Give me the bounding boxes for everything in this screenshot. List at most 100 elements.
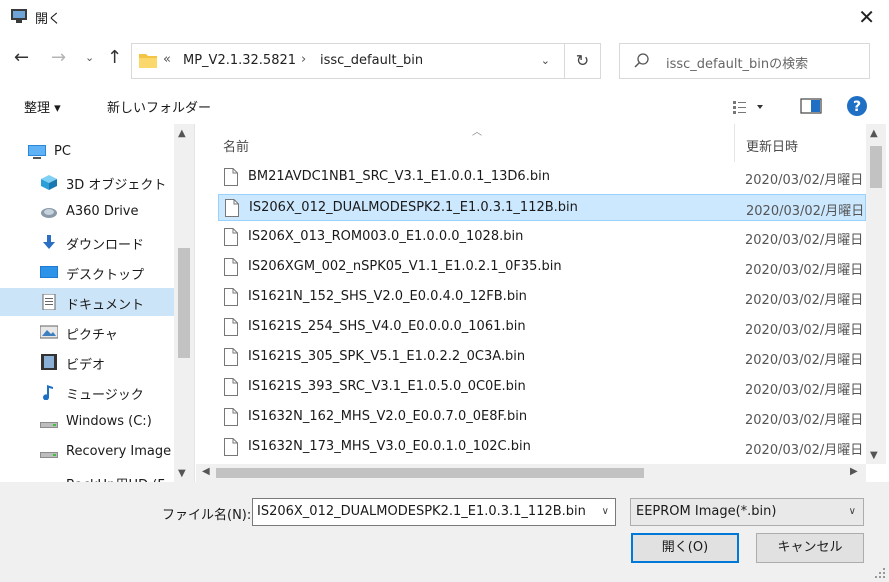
sidebar-item-download[interactable]: ダウンロード [0, 228, 174, 256]
window-title: 開く [35, 12, 62, 27]
preview-pane-icon[interactable] [800, 98, 822, 114]
file-row[interactable]: IS206X_013_ROM003.0_E1.0.0.0_1028.bin 202… [218, 224, 866, 251]
new-folder-button[interactable]: 新しいフォルダー [107, 97, 211, 116]
file-icon [224, 228, 238, 246]
3d-objects-icon [41, 175, 57, 190]
dialog-footer: ファイル名(N): IS206X_012_DUALMODESPK2.1_E1.0… [0, 482, 889, 582]
file-icon [224, 168, 238, 186]
title-bar: 開く ✕ [0, 0, 889, 34]
drive-icon [40, 422, 58, 428]
file-row[interactable]: IS1621S_254_SHS_V4.0_E0.0.0.0_1061.bin 20… [218, 314, 866, 341]
column-name-header[interactable]: 名前 [223, 136, 249, 155]
scroll-up-icon[interactable]: ▲ [178, 128, 186, 139]
navigation-pane: PC 3D オブジェクト A360 Drive ダウンロード デスクトップ ドキュメントピ… [0, 124, 195, 482]
sidebar-item-label: ビデオ [66, 358, 106, 373]
address-bar[interactable]: « MP_V2.1.32.5821 › issc_default_bin ⌄ [131, 43, 565, 79]
cloud-drive-icon [41, 208, 57, 218]
file-type-select[interactable]: EEPROM Image(*.bin) ∨ [630, 498, 864, 526]
sidebar-item-label: ピクチャ [66, 328, 118, 343]
sidebar-item-document[interactable]: ドキュメント [0, 288, 174, 316]
breadcrumb-separator[interactable]: › [301, 52, 306, 67]
scroll-right-icon[interactable]: ▶ [850, 466, 858, 477]
cancel-button[interactable]: キャンセル [756, 533, 864, 563]
sidebar-item-drive[interactable]: BackUp用HD (F: [0, 468, 174, 482]
sidebar-item-music[interactable]: ミュージック [0, 378, 174, 406]
sidebar-scroll-thumb[interactable] [178, 248, 190, 358]
search-box[interactable]: issc_default_binの検索 [619, 43, 870, 79]
help-icon[interactable]: ? [847, 96, 867, 116]
file-name: IS206X_013_ROM003.0_E1.0.0.0_1028.bin [248, 229, 524, 244]
drive-icon [40, 452, 58, 458]
sidebar-item-cloud-drive[interactable]: A360 Drive [0, 198, 174, 226]
file-date: 2020/03/02/月曜日 [745, 413, 864, 428]
chevron-down-icon[interactable]: ∨ [602, 506, 609, 517]
up-folder-icon[interactable]: ↑ [107, 47, 122, 68]
horizontal-scroll-thumb[interactable] [216, 468, 644, 478]
column-date-header[interactable]: 更新日時 [746, 136, 798, 155]
file-icon [224, 378, 238, 396]
back-icon[interactable]: ← [14, 47, 29, 68]
scroll-up-icon[interactable]: ▲ [870, 128, 878, 139]
chevron-down-icon[interactable]: ∨ [849, 506, 856, 517]
file-date: 2020/03/02/月曜日 [745, 323, 864, 338]
file-date: 2020/03/02/月曜日 [746, 204, 865, 219]
sidebar-item-3d-objects[interactable]: 3D オブジェクト [0, 168, 174, 196]
file-row[interactable]: IS1632N_173_MHS_V3.0_E0.0.1.0_102C.bin 20… [218, 434, 866, 461]
desktop-icon [40, 266, 58, 278]
search-placeholder: issc_default_binの検索 [666, 57, 809, 72]
sort-ascending-icon: ︿ [472, 127, 482, 138]
filename-input[interactable]: IS206X_012_DUALMODESPK2.1_E1.0.3.1_112B.… [257, 504, 586, 519]
column-divider[interactable] [734, 124, 735, 162]
file-name: IS1632N_162_MHS_V2.0_E0.0.7.0_0E8F.bin [248, 409, 528, 424]
filename-combobox[interactable]: IS206X_012_DUALMODESPK2.1_E1.0.3.1_112B.… [252, 498, 616, 526]
file-row[interactable]: IS1621S_393_SRC_V3.1_E1.0.5.0_0C0E.bin 20… [218, 374, 866, 401]
app-icon [11, 9, 27, 23]
svg-text:?: ? [853, 99, 861, 115]
sidebar-item-drive[interactable]: Recovery Image [0, 438, 174, 466]
sidebar-scrollbar[interactable]: ▲ ▼ [174, 124, 194, 482]
sidebar-item-pictures[interactable]: ピクチャ [0, 318, 174, 346]
file-list-scroll-thumb[interactable] [870, 146, 882, 188]
forward-icon[interactable]: → [51, 47, 66, 68]
sidebar-item-pc[interactable]: PC [0, 138, 174, 166]
breadcrumb-overflow[interactable]: « [163, 52, 171, 67]
file-name: IS1621S_393_SRC_V3.1_E1.0.5.0_0C0E.bin [248, 379, 526, 394]
sidebar-item-desktop[interactable]: デスクトップ [0, 258, 174, 286]
file-row[interactable]: IS1632N_162_MHS_V2.0_E0.0.7.0_0E8F.bin 20… [218, 404, 866, 431]
refresh-button[interactable]: ↻ [565, 43, 601, 79]
scroll-left-icon[interactable]: ◀ [202, 466, 210, 477]
file-date: 2020/03/02/月曜日 [745, 383, 864, 398]
file-row[interactable]: IS1621N_152_SHS_V2.0_E0.0.4.0_12FB.bin 20… [218, 284, 866, 311]
recent-locations-icon[interactable]: ⌄ [85, 51, 94, 64]
file-row[interactable]: IS206XGM_002_nSPK05_V1.1_E1.0.2.1_0F35.b… [218, 254, 866, 281]
chevron-down-icon[interactable]: ⌄ [541, 54, 550, 67]
file-list: 名前 ︿ 更新日時 BM21AVDC1NB1_SRC_V3.1_E1.0.0.1… [196, 124, 886, 482]
file-name: IS1621S_305_SPK_V5.1_E1.0.2.2_0C3A.bin [248, 349, 526, 364]
sidebar-item-drive[interactable]: Windows (C:) [0, 408, 174, 436]
download-icon [43, 235, 55, 249]
file-row[interactable]: IS206X_012_DUALMODESPK2.1_E1.0.3.1_112B.… [218, 194, 866, 221]
close-icon[interactable]: ✕ [858, 5, 875, 29]
file-name: IS1632N_173_MHS_V3.0_E0.0.1.0_102C.bin [248, 439, 531, 454]
breadcrumb-item[interactable]: MP_V2.1.32.5821 [183, 53, 296, 68]
file-icon [224, 408, 238, 426]
sidebar-item-video[interactable]: ビデオ [0, 348, 174, 376]
file-date: 2020/03/02/月曜日 [745, 263, 864, 278]
file-date: 2020/03/02/月曜日 [745, 353, 864, 368]
organize-button[interactable]: 整理 ▾ [24, 97, 61, 116]
file-name: IS206X_012_DUALMODESPK2.1_E1.0.3.1_112B.… [249, 200, 578, 215]
open-button[interactable]: 開く(O) [631, 533, 739, 563]
file-name: BM21AVDC1NB1_SRC_V3.1_E1.0.0.1_13D6.bin [248, 169, 550, 184]
resize-grip-icon[interactable] [874, 567, 886, 579]
breadcrumb-item[interactable]: issc_default_bin [320, 53, 423, 68]
view-options-icon[interactable] [733, 100, 765, 114]
file-name: IS206XGM_002_nSPK05_V1.1_E1.0.2.1_0F35.b… [248, 259, 562, 274]
file-list-vertical-scrollbar[interactable]: ▲ ▼ [866, 124, 886, 464]
file-icon [224, 318, 238, 336]
file-row[interactable]: BM21AVDC1NB1_SRC_V3.1_E1.0.0.1_13D6.bin 2… [218, 164, 866, 191]
scroll-down-icon[interactable]: ▼ [870, 450, 878, 461]
file-row[interactable]: IS1621S_305_SPK_V5.1_E1.0.2.2_0C3A.bin 20… [218, 344, 866, 371]
scroll-down-icon[interactable]: ▼ [178, 468, 186, 479]
file-list-horizontal-scrollbar[interactable]: ◀ ▶ [196, 464, 866, 482]
sidebar-item-label: PC [54, 144, 71, 159]
